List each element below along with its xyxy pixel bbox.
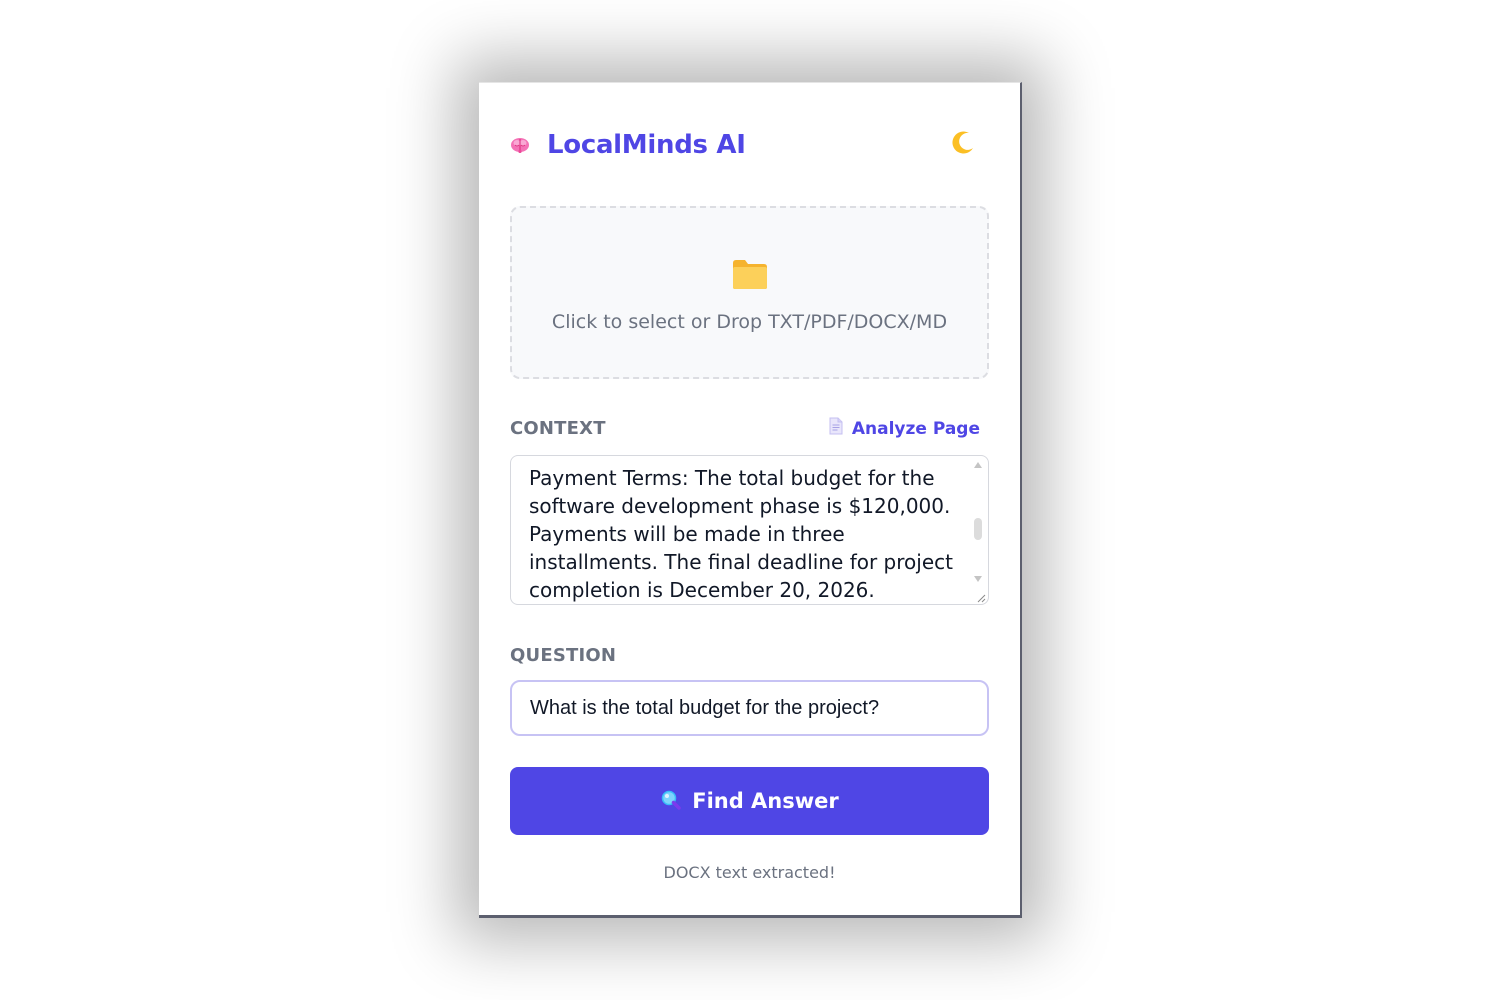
context-scrollbar[interactable] bbox=[972, 460, 984, 602]
brand: LocalMinds AI bbox=[509, 130, 746, 160]
question-input[interactable] bbox=[510, 680, 989, 736]
status-message: DOCX text extracted! bbox=[663, 863, 836, 882]
file-dropzone[interactable]: Click to select or Drop TXT/PDF/DOCX/MD bbox=[510, 206, 989, 379]
analyze-page-label: Analyze Page bbox=[851, 418, 980, 439]
scroll-down-arrow-icon[interactable] bbox=[974, 576, 982, 582]
header: LocalMinds AI bbox=[509, 125, 979, 165]
scroll-thumb[interactable] bbox=[974, 518, 982, 540]
moon-icon bbox=[948, 129, 976, 162]
find-answer-label: Find Answer bbox=[692, 789, 839, 813]
resize-handle-icon[interactable] bbox=[974, 590, 986, 603]
extension-popup: LocalMinds AI Click to select or Drop TX… bbox=[479, 82, 1022, 918]
find-answer-button[interactable]: Find Answer bbox=[510, 767, 989, 835]
app-title: LocalMinds AI bbox=[547, 130, 746, 160]
theme-toggle-button[interactable] bbox=[945, 128, 979, 162]
dropzone-text: Click to select or Drop TXT/PDF/DOCX/MD bbox=[551, 311, 948, 333]
context-textarea[interactable]: Payment Terms: The total budget for the … bbox=[510, 455, 989, 605]
question-label: QUESTION bbox=[510, 645, 617, 666]
question-header: QUESTION bbox=[510, 645, 980, 666]
context-label: CONTEXT bbox=[510, 418, 606, 439]
scroll-up-arrow-icon[interactable] bbox=[974, 462, 982, 468]
magnifier-icon bbox=[660, 789, 682, 814]
brain-icon bbox=[509, 134, 531, 156]
document-icon bbox=[828, 417, 844, 440]
context-header: CONTEXT Analyze Page bbox=[510, 417, 980, 440]
folder-icon bbox=[731, 257, 769, 291]
context-text: Payment Terms: The total budget for the … bbox=[529, 466, 960, 602]
analyze-page-button[interactable]: Analyze Page bbox=[828, 417, 980, 440]
